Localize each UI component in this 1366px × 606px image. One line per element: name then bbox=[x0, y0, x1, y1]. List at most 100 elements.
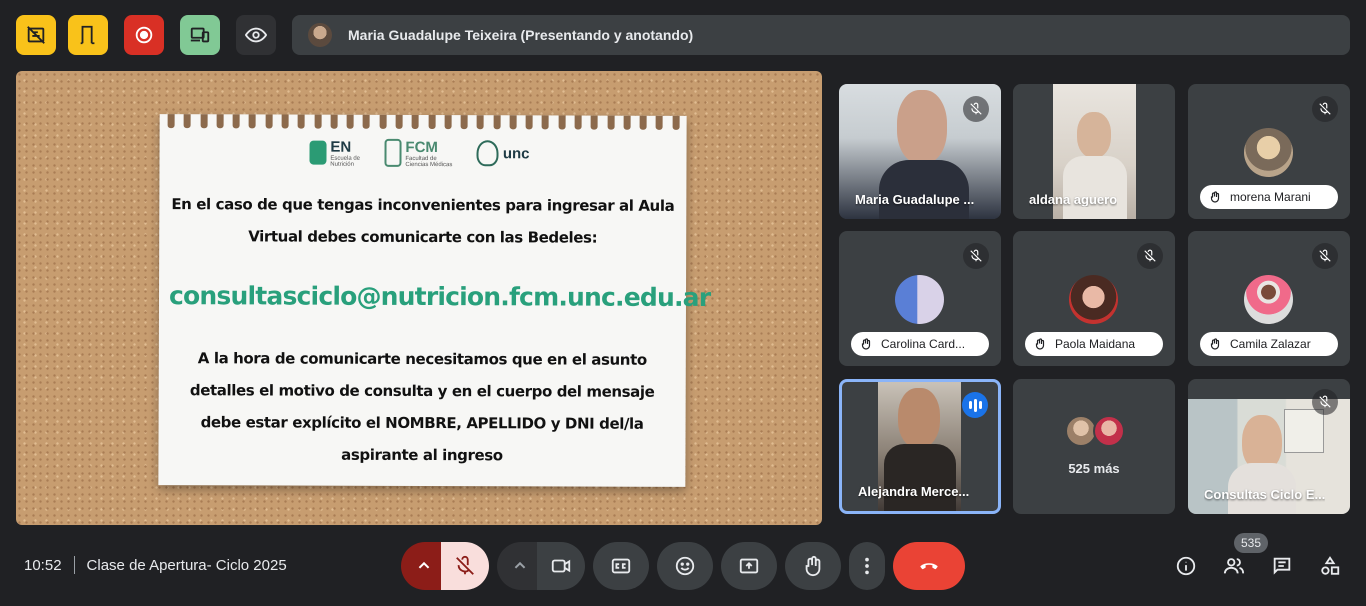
mute-indicator bbox=[1312, 389, 1338, 415]
devices-button[interactable] bbox=[180, 15, 220, 55]
participant-tile[interactable]: Camila Zalazar bbox=[1188, 231, 1350, 366]
participant-tile[interactable]: Paola Maidana bbox=[1013, 231, 1175, 366]
mute-indicator bbox=[963, 243, 989, 269]
divider bbox=[73, 556, 75, 574]
camera-icon bbox=[551, 559, 571, 573]
avatar bbox=[1093, 415, 1125, 447]
hand-raised-icon bbox=[1210, 191, 1220, 203]
leave-presentation-button[interactable] bbox=[68, 15, 108, 55]
hide-annotations-button[interactable] bbox=[16, 15, 56, 55]
mic-off-icon bbox=[970, 249, 982, 262]
participant-name: Consultas Ciclo E... bbox=[1204, 487, 1326, 502]
view-button[interactable] bbox=[236, 15, 276, 55]
participant-name-pill: Camila Zalazar bbox=[1200, 332, 1338, 356]
hand-raised-icon bbox=[1035, 338, 1045, 350]
slide-email: consultasciclo@nutricion.fcm.unc.edu.ar bbox=[168, 281, 711, 313]
logo-en: EN Escuela de Nutrición bbox=[309, 138, 369, 167]
emoji-reactions-button[interactable] bbox=[657, 542, 713, 590]
leave-call-button[interactable] bbox=[893, 542, 965, 590]
mic-options-chevron-icon bbox=[418, 561, 430, 569]
top-bar: Maria Guadalupe Teixeira (Presentando y … bbox=[0, 0, 1366, 70]
stop-recording-icon bbox=[135, 26, 153, 44]
more-participants-tile[interactable]: 525 más bbox=[1013, 379, 1175, 514]
chat-button[interactable] bbox=[1269, 553, 1295, 579]
raise-hand-icon bbox=[805, 555, 821, 577]
logo-fcm: FCM Facultad de Ciencias Médicas bbox=[384, 138, 461, 168]
mute-indicator bbox=[963, 96, 989, 122]
participant-name: aldana aguero bbox=[1029, 192, 1118, 207]
people-count-badge: 535 bbox=[1234, 533, 1269, 553]
devices-icon bbox=[190, 27, 210, 43]
participant-tile[interactable]: Carolina Card... bbox=[839, 231, 1001, 366]
mute-indicator bbox=[1137, 243, 1163, 269]
stop-recording-button[interactable] bbox=[124, 15, 164, 55]
activities-icon bbox=[1321, 556, 1340, 575]
activities-button[interactable] bbox=[1317, 553, 1343, 579]
participant-name: Carolina Card... bbox=[881, 337, 966, 351]
meeting-info: 10:52 Clase de Apertura- Ciclo 2025 bbox=[24, 556, 287, 574]
avatar bbox=[308, 23, 332, 47]
fcm-logo-icon bbox=[384, 138, 402, 167]
more-options-button[interactable] bbox=[849, 542, 885, 590]
slide-paragraph-1: En el caso de que tengas inconvenientes … bbox=[171, 195, 675, 247]
logo-unc: unc bbox=[476, 140, 530, 167]
present-screen-button[interactable] bbox=[721, 542, 777, 590]
mic-off-icon bbox=[1144, 249, 1156, 262]
mute-indicator bbox=[1312, 243, 1338, 269]
emoji-icon bbox=[675, 556, 695, 576]
eye-icon bbox=[245, 27, 267, 43]
participant-tile-active-speaker[interactable]: Alejandra Merce... bbox=[839, 379, 1001, 514]
people-icon bbox=[1223, 558, 1245, 574]
participant-name-pill: Paola Maidana bbox=[1025, 332, 1163, 356]
en-logo-icon bbox=[309, 140, 327, 165]
notepad-slide: EN Escuela de Nutrición FCM Facultad de Ci… bbox=[158, 114, 711, 487]
participant-name: Alejandra Merce... bbox=[858, 484, 970, 499]
presenter-label: Maria Guadalupe Teixeira (Presentando y … bbox=[348, 27, 694, 43]
participant-tile[interactable]: aldana aguero bbox=[1013, 84, 1175, 219]
mic-off-icon bbox=[1319, 395, 1331, 408]
info-icon bbox=[1176, 556, 1196, 576]
notepad-holes bbox=[167, 114, 680, 134]
overflow-avatars bbox=[1065, 415, 1131, 449]
hand-raised-icon bbox=[1210, 338, 1220, 350]
captions-button[interactable] bbox=[593, 542, 649, 590]
shared-screen: EN Escuela de Nutrición FCM Facultad de Ci… bbox=[16, 71, 822, 525]
hide-annotations-icon bbox=[27, 26, 45, 44]
meeting-title: Clase de Apertura- Ciclo 2025 bbox=[86, 556, 287, 574]
participant-tile[interactable]: morena Marani bbox=[1188, 84, 1350, 219]
present-screen-icon bbox=[739, 558, 759, 574]
avatar bbox=[1244, 275, 1293, 324]
mic-off-icon bbox=[1319, 102, 1331, 115]
avatar bbox=[1244, 128, 1293, 177]
participant-name: Camila Zalazar bbox=[1230, 337, 1311, 351]
leave-call-icon bbox=[920, 563, 938, 570]
more-options-icon bbox=[865, 557, 869, 575]
avatar bbox=[895, 275, 944, 324]
clock: 10:52 bbox=[24, 556, 62, 574]
avatar bbox=[1069, 275, 1118, 324]
mic-off-icon bbox=[1319, 249, 1331, 262]
mic-toggle-button[interactable] bbox=[441, 542, 489, 590]
camera-options-chevron-icon bbox=[514, 561, 526, 569]
door-exit-icon bbox=[80, 25, 95, 45]
participant-tile[interactable]: Consultas Ciclo E... bbox=[1188, 379, 1350, 514]
participant-name-pill: Carolina Card... bbox=[851, 332, 989, 356]
speaking-indicator bbox=[962, 392, 988, 418]
meeting-details-button[interactable] bbox=[1173, 553, 1199, 579]
camera-toggle-button[interactable] bbox=[537, 542, 585, 590]
chat-icon bbox=[1273, 557, 1291, 575]
mic-off-icon bbox=[456, 555, 474, 575]
people-button[interactable] bbox=[1221, 553, 1247, 579]
participant-name: Maria Guadalupe ... bbox=[855, 192, 975, 207]
participant-name: morena Marani bbox=[1230, 190, 1311, 204]
more-participants-label: 525 más bbox=[1068, 461, 1120, 476]
participant-tile[interactable]: Maria Guadalupe ... bbox=[839, 84, 1001, 219]
mute-indicator bbox=[1312, 96, 1338, 122]
mic-off-icon bbox=[970, 102, 982, 115]
participant-name-pill: morena Marani bbox=[1200, 185, 1338, 209]
slide-paragraph-2: A la hora de comunicarte necesitamos que… bbox=[189, 349, 655, 465]
raise-hand-button[interactable] bbox=[785, 542, 841, 590]
captions-icon bbox=[611, 558, 631, 574]
participant-name: Paola Maidana bbox=[1055, 337, 1136, 351]
hand-raised-icon bbox=[861, 338, 871, 350]
